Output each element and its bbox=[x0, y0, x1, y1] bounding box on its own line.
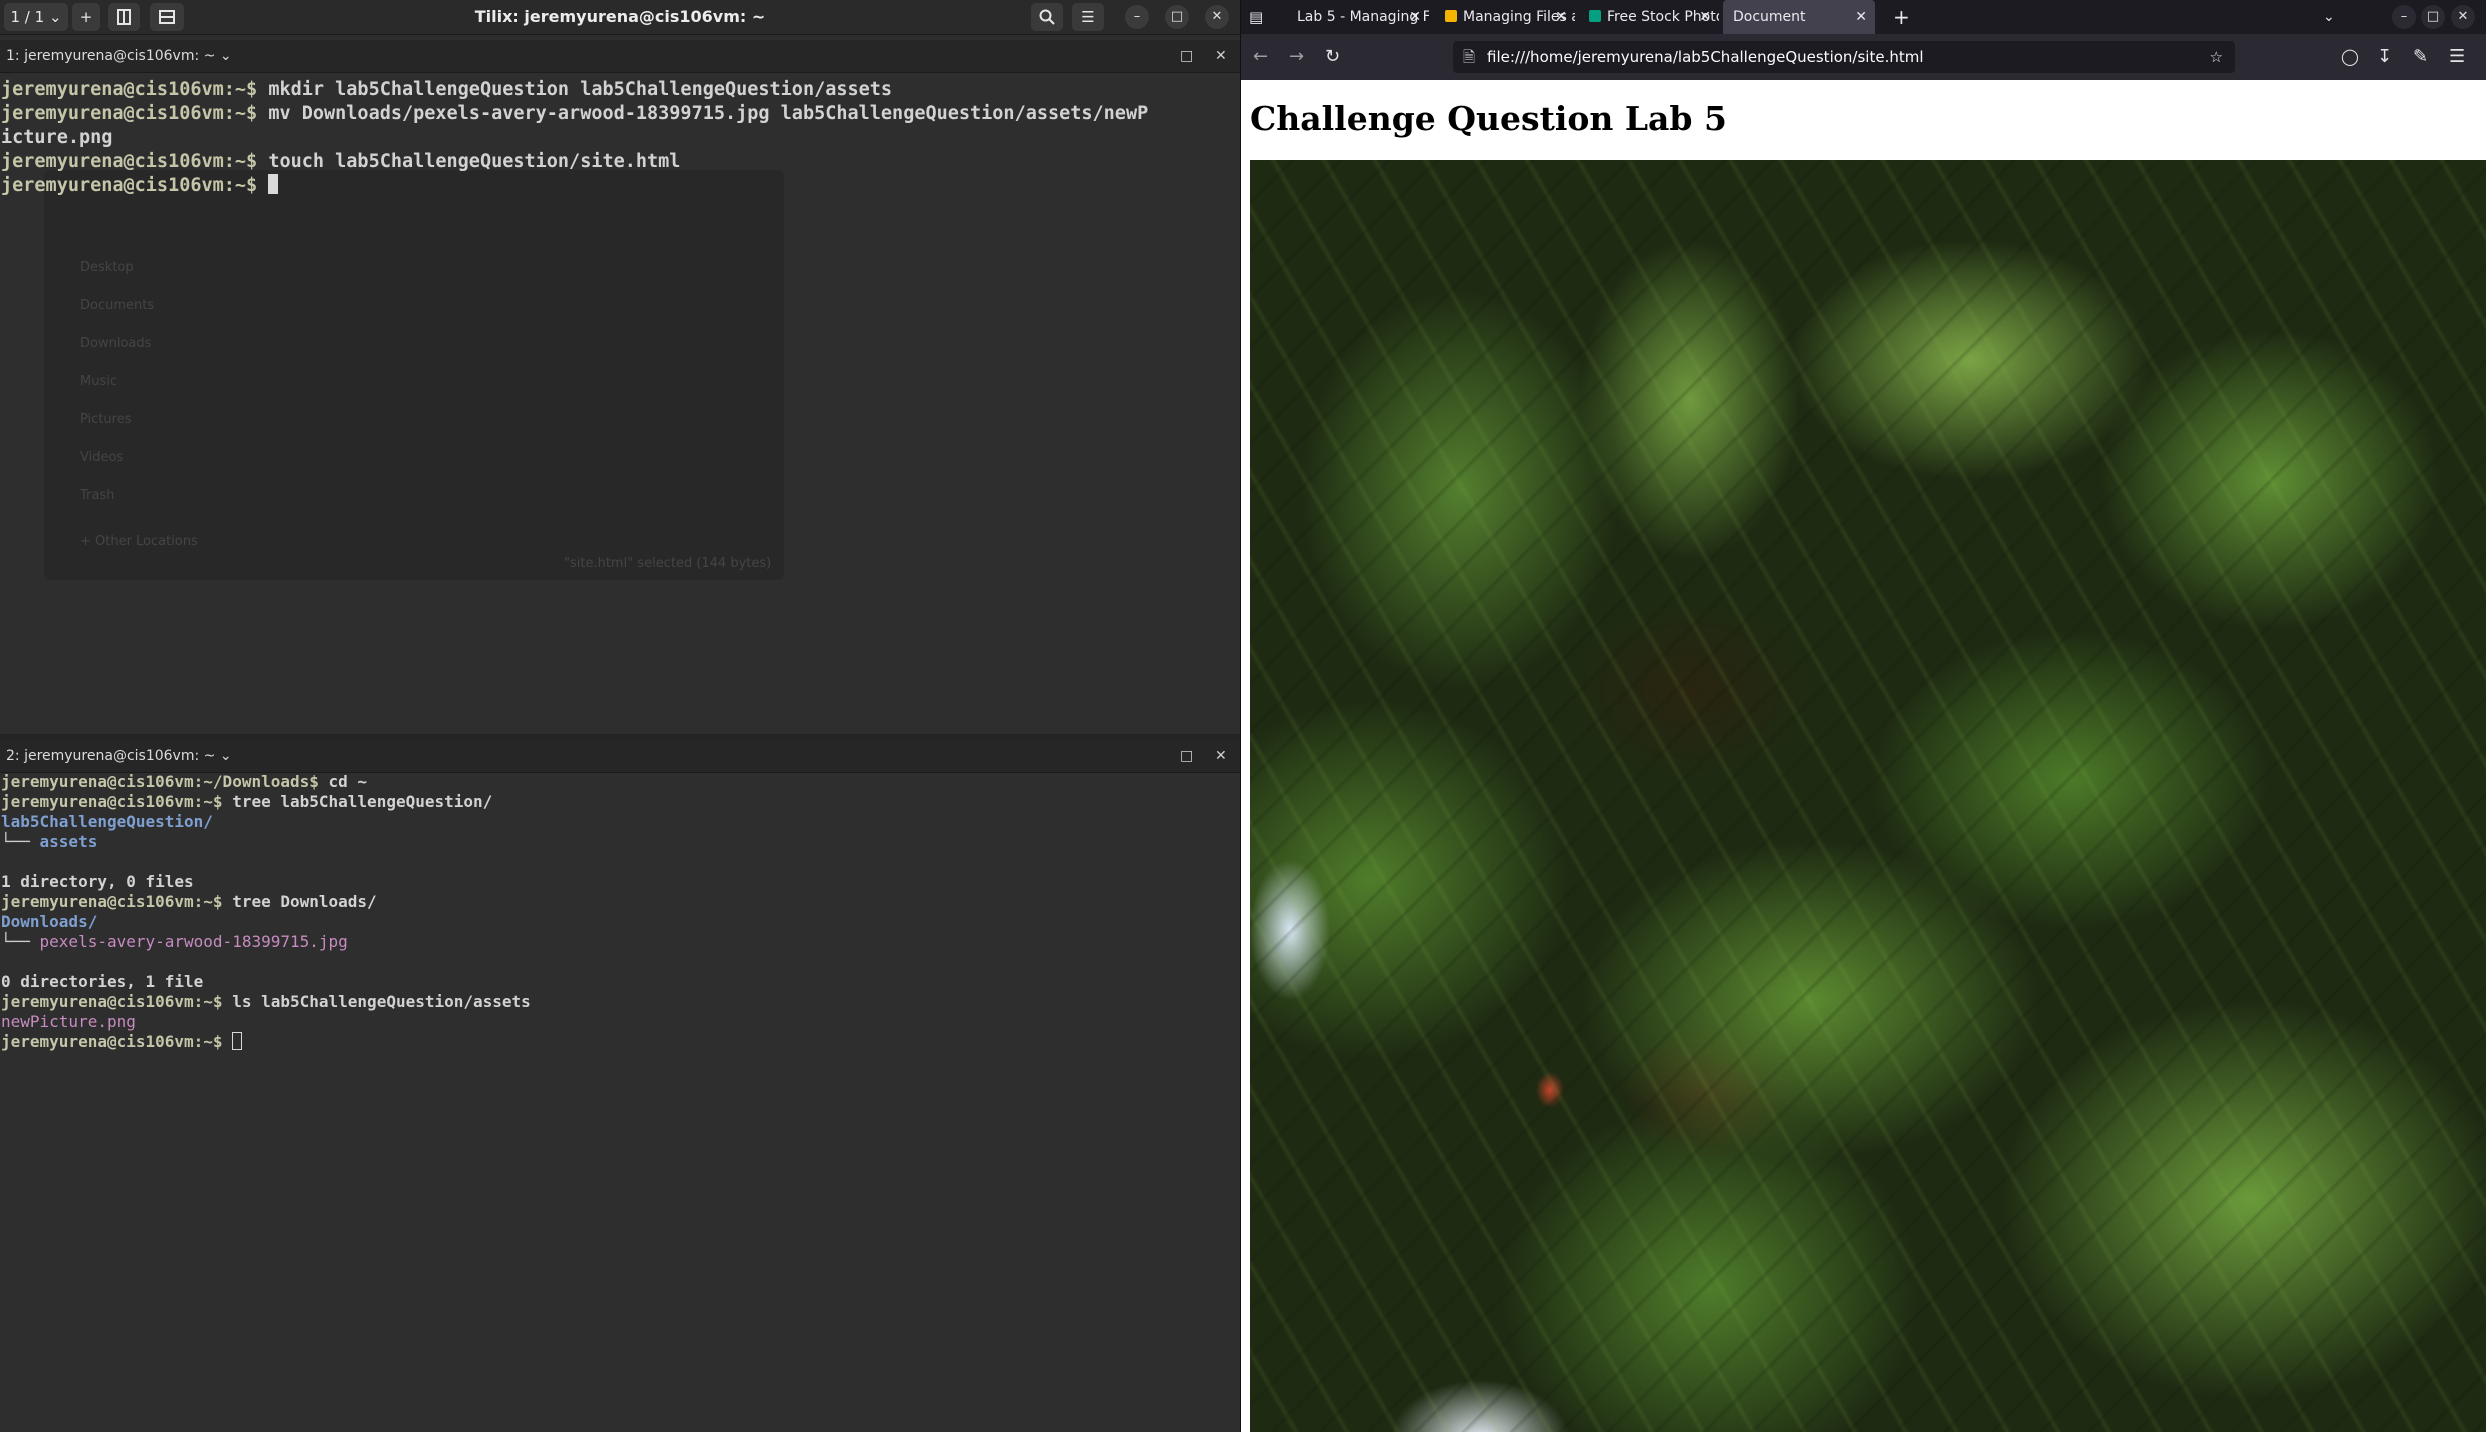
terminal-line: 0 directories, 1 file bbox=[1, 972, 204, 991]
terminal-line: jeremyurena@cis106vm:~$ mv Downloads/pex… bbox=[1, 103, 1149, 124]
session-switcher[interactable]: 1 / 1 ⌄ bbox=[4, 3, 68, 31]
back-icon[interactable]: ← bbox=[1253, 46, 1268, 68]
tab-managing-files[interactable]: Managing Files and Direc ✕ bbox=[1435, 0, 1575, 34]
forward-icon[interactable]: → bbox=[1289, 46, 1304, 68]
plus-icon: + bbox=[79, 8, 93, 26]
close-button[interactable]: ✕ bbox=[2451, 5, 2475, 29]
chevron-down-icon: ⌄ bbox=[48, 8, 62, 26]
terminal-line: jeremyurena@cis106vm:~$ touch lab5Challe… bbox=[1, 151, 681, 172]
terminal-output-1[interactable]: jeremyurena@cis106vm:~$ mkdir lab5Challe… bbox=[0, 78, 1240, 734]
app-menu-icon[interactable]: ☰ bbox=[2449, 46, 2465, 68]
terminal-title-label[interactable]: 1: jeremyurena@cis106vm: ~ ⌄ bbox=[6, 40, 232, 72]
terminal-line: jeremyurena@cis106vm:~/Downloads$ cd ~ bbox=[1, 772, 368, 791]
tab-strip: ▤ Lab 5 - Managing Files and D ✕ Managin… bbox=[1241, 0, 2486, 34]
list-all-tabs-icon[interactable]: ⌄ bbox=[2323, 6, 2335, 28]
terminal-line: lab5ChallengeQuestion/ bbox=[1, 812, 213, 831]
close-tab-icon[interactable]: ✕ bbox=[1555, 0, 1567, 34]
terminal-cursor bbox=[268, 174, 279, 194]
split-right-button[interactable] bbox=[108, 3, 140, 31]
maximize-icon: □ bbox=[1170, 9, 1184, 24]
tab-lab5[interactable]: Lab 5 - Managing Files and D ✕ bbox=[1287, 0, 1429, 34]
close-icon: ✕ bbox=[2457, 9, 2469, 24]
terminal-line: ​ bbox=[1, 852, 1240, 872]
menu-button[interactable]: ☰ bbox=[1072, 3, 1104, 31]
terminal-pane-1[interactable]: 1: jeremyurena@cis106vm: ~ ⌄ □ ✕ Desktop… bbox=[0, 40, 1240, 734]
find-button[interactable] bbox=[1031, 3, 1063, 31]
split-horizontal-icon bbox=[117, 9, 131, 25]
maximize-terminal-icon[interactable]: □ bbox=[1180, 740, 1193, 772]
close-icon: ✕ bbox=[1211, 9, 1223, 24]
terminal-line: 1 directory, 0 files bbox=[1, 872, 194, 891]
url-bar[interactable]: 🗎 file:///home/jeremyurena/lab5Challenge… bbox=[1453, 41, 2235, 73]
add-terminal-button[interactable]: + bbox=[72, 3, 100, 31]
close-tab-icon[interactable]: ✕ bbox=[1699, 0, 1711, 34]
terminal-line: icture.png bbox=[1, 127, 113, 148]
terminal-line: └── assets bbox=[1, 832, 98, 851]
maximize-icon: □ bbox=[2426, 9, 2440, 24]
split-vertical-icon bbox=[159, 10, 175, 24]
slides-favicon-icon bbox=[1445, 10, 1457, 22]
plus-icon: + bbox=[1893, 5, 1910, 29]
maximize-button[interactable]: □ bbox=[2421, 5, 2445, 29]
terminal-line: └── pexels-avery-arwood-18399715.jpg bbox=[1, 932, 348, 951]
terminal-line: jeremyurena@cis106vm:~$ tree Downloads/ bbox=[1, 892, 377, 911]
terminal-line: jeremyurena@cis106vm:~$ bbox=[1, 174, 1240, 198]
downloads-icon[interactable]: ↧ bbox=[2377, 46, 2392, 68]
firefox-view-icon[interactable]: ▤ bbox=[1249, 6, 1263, 28]
navigation-toolbar: ← → ↻ 🗎 file:///home/jeremyurena/lab5Cha… bbox=[1241, 34, 2486, 80]
terminal-pane-2-titlebar: 2: jeremyurena@cis106vm: ~ ⌄ □ ✕ bbox=[0, 740, 1240, 773]
terminal-line: ​ bbox=[1, 952, 1240, 972]
close-button[interactable]: ✕ bbox=[1205, 5, 1229, 29]
session-counter: 1 / 1 bbox=[10, 8, 45, 26]
terminal-pane-1-titlebar: 1: jeremyurena@cis106vm: ~ ⌄ □ ✕ bbox=[0, 40, 1240, 73]
minimize-button[interactable]: – bbox=[1125, 5, 1149, 29]
maximize-button[interactable]: □ bbox=[1165, 5, 1189, 29]
close-tab-icon[interactable]: ✕ bbox=[1409, 0, 1421, 34]
tab-label: Document bbox=[1733, 9, 1806, 25]
minimize-icon: – bbox=[1133, 9, 1141, 24]
close-terminal-icon[interactable]: ✕ bbox=[1215, 740, 1227, 772]
tab-document[interactable]: Document ✕ bbox=[1723, 0, 1875, 34]
terminal-line: Downloads/ bbox=[1, 912, 98, 931]
extensions-icon[interactable]: ✎ bbox=[2413, 46, 2428, 68]
tilix-headerbar: 1 / 1 ⌄ + Tilix: jeremyurena@cis106vm: ~… bbox=[0, 0, 1240, 35]
chevron-down-icon: ⌄ bbox=[219, 48, 232, 64]
hamburger-icon: ☰ bbox=[1081, 8, 1095, 26]
terminal-line: jeremyurena@cis106vm:~$ ls lab5Challenge… bbox=[1, 992, 531, 1011]
page-heading: Challenge Question Lab 5 bbox=[1250, 99, 1727, 138]
url-text: file:///home/jeremyurena/lab5ChallengeQu… bbox=[1487, 48, 1924, 66]
bookmark-star-icon[interactable]: ☆ bbox=[2210, 41, 2223, 73]
minimize-icon: – bbox=[2400, 9, 2408, 24]
terminal-line: jeremyurena@cis106vm:~$ tree lab5Challen… bbox=[1, 792, 493, 811]
pocket-icon[interactable]: ◯ bbox=[2341, 46, 2359, 68]
reload-icon[interactable]: ↻ bbox=[1325, 46, 1340, 68]
terminal-line: jeremyurena@cis106vm:~$ bbox=[1, 1032, 1240, 1052]
page-info-icon[interactable]: 🗎 bbox=[1463, 41, 1475, 73]
terminal-line: jeremyurena@cis106vm:~$ mkdir lab5Challe… bbox=[1, 79, 893, 100]
split-down-button[interactable] bbox=[150, 3, 184, 31]
terminal-output-2[interactable]: jeremyurena@cis106vm:~/Downloads$ cd ~ j… bbox=[0, 772, 1240, 1432]
page-image bbox=[1250, 160, 2486, 1432]
pexels-favicon-icon bbox=[1589, 10, 1601, 22]
close-terminal-icon[interactable]: ✕ bbox=[1215, 40, 1227, 72]
minimize-button[interactable]: – bbox=[2392, 5, 2416, 29]
terminal-line: newPicture.png bbox=[1, 1012, 136, 1031]
tilix-window: 1 / 1 ⌄ + Tilix: jeremyurena@cis106vm: ~… bbox=[0, 0, 1240, 1432]
tab-stock-photos[interactable]: Free Stock Photos, Royal ✕ bbox=[1579, 0, 1719, 34]
search-icon bbox=[1039, 9, 1055, 25]
firefox-window: ▤ Lab 5 - Managing Files and D ✕ Managin… bbox=[1241, 0, 2486, 1432]
terminal-cursor bbox=[232, 1032, 243, 1050]
chevron-down-icon: ⌄ bbox=[219, 748, 232, 764]
terminal-pane-2[interactable]: 2: jeremyurena@cis106vm: ~ ⌄ □ ✕ jeremyu… bbox=[0, 740, 1240, 1432]
web-page: Challenge Question Lab 5 bbox=[1241, 80, 2486, 1432]
new-tab-button[interactable]: + bbox=[1883, 0, 1913, 34]
close-tab-icon[interactable]: ✕ bbox=[1855, 0, 1867, 34]
maximize-terminal-icon[interactable]: □ bbox=[1180, 40, 1193, 72]
terminal-title-label[interactable]: 2: jeremyurena@cis106vm: ~ ⌄ bbox=[6, 740, 232, 772]
